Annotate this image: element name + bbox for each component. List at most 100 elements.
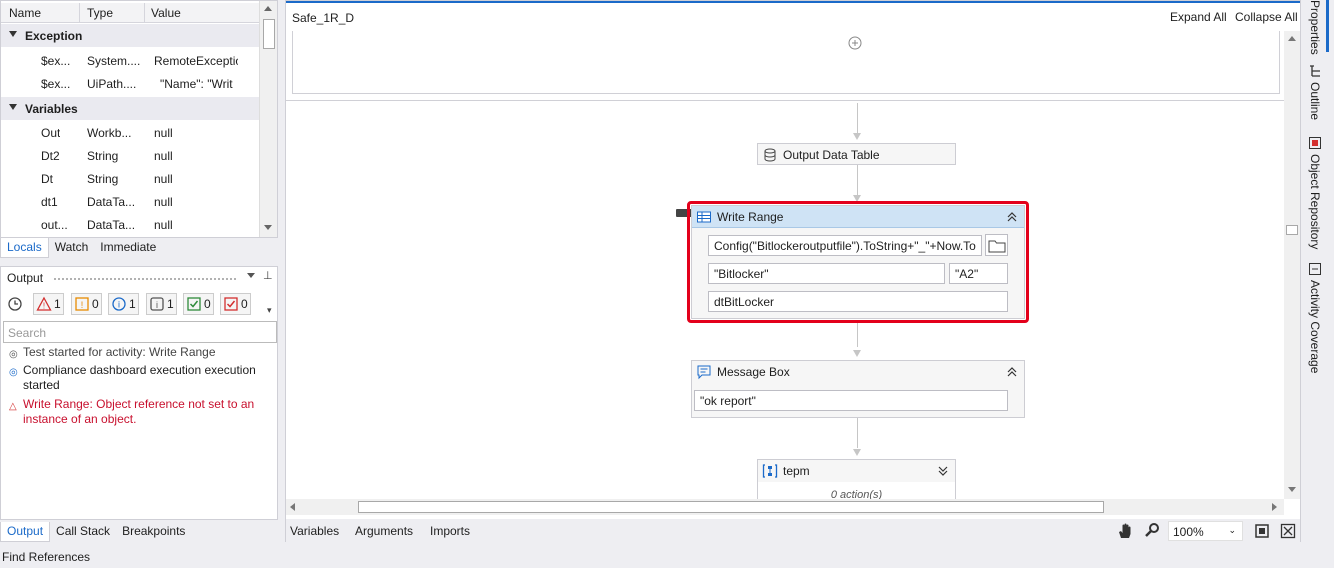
expand-chevron-icon[interactable]	[937, 465, 949, 477]
dropdown-icon[interactable]	[247, 273, 255, 278]
warning-filter[interactable]: ! 0	[71, 293, 102, 315]
message-text-field[interactable]: "ok report"	[694, 390, 1008, 411]
fit-to-screen-icon[interactable]	[1254, 523, 1270, 539]
designer-bottom-bar: Variables Arguments Imports 100% ⌄	[286, 519, 1300, 543]
cell-value: null	[154, 218, 173, 232]
breadcrumb[interactable]: Safe_1R_D	[292, 11, 354, 25]
write-range-header[interactable]: Write Range	[692, 206, 1024, 228]
designer-canvas[interactable]: Output Data Table Write Range Config("Bi…	[286, 31, 1284, 499]
zoom-select[interactable]: 100% ⌄	[1168, 521, 1243, 541]
tab-breakpoints[interactable]: Breakpoints	[116, 522, 191, 542]
workbook-path-field[interactable]: Config("Bitlockeroutputfile").ToString+"…	[708, 235, 982, 256]
table-row[interactable]: Dt String null	[1, 167, 259, 190]
canvas-vscrollbar[interactable]	[1284, 31, 1300, 499]
overview-icon[interactable]	[1280, 523, 1296, 539]
expand-all-button[interactable]: Expand All	[1170, 10, 1227, 24]
scroll-up-icon[interactable]	[1288, 36, 1296, 41]
scroll-thumb[interactable]	[1286, 225, 1298, 235]
tab-object-repository[interactable]: Object Repository	[1308, 136, 1328, 252]
clock-icon[interactable]	[7, 296, 23, 312]
tepm-sequence-activity[interactable]: tepm 0 action(s)	[757, 459, 956, 499]
fail-filter[interactable]: 0	[220, 293, 251, 315]
chevron-down-icon: ⌄	[1228, 525, 1236, 535]
variables-section[interactable]: Variables	[1, 97, 259, 120]
tab-arguments[interactable]: Arguments	[355, 524, 413, 538]
collapse-triangle-icon[interactable]	[9, 31, 17, 37]
designer-header: Safe_1R_D Expand All Collapse All	[286, 1, 1300, 31]
pin-icon[interactable]: ⊥	[263, 269, 273, 282]
tab-immediate[interactable]: Immediate	[94, 238, 162, 258]
sequence-icon	[762, 464, 778, 478]
add-activity-icon[interactable]	[848, 36, 862, 50]
tab-call-stack[interactable]: Call Stack	[50, 522, 116, 542]
tab-activity-coverage[interactable]: Activity Coverage	[1308, 262, 1328, 376]
output-title: Output	[7, 271, 44, 285]
cell-value: "Name": "Writ	[160, 77, 233, 91]
table-row[interactable]: Out Workb... null	[1, 121, 259, 144]
locals-tabbar: Locals Watch Immediate	[0, 238, 162, 258]
scroll-down-icon[interactable]	[264, 225, 272, 230]
info-filter[interactable]: i 1	[108, 293, 139, 315]
workflow-designer: Safe_1R_D Expand All Collapse All Output…	[285, 0, 1301, 543]
tab-locals[interactable]: Locals	[0, 238, 49, 258]
scroll-up-icon[interactable]	[264, 6, 272, 11]
pan-hand-icon[interactable]	[1116, 522, 1134, 540]
scroll-thumb[interactable]	[358, 501, 1104, 513]
locals-scrollbar[interactable]	[259, 1, 277, 237]
zoom-search-icon[interactable]	[1144, 522, 1160, 538]
scroll-right-icon[interactable]	[1272, 503, 1277, 511]
trace-filter[interactable]: i 1	[146, 293, 177, 315]
starting-cell-field[interactable]: "A2"	[949, 263, 1008, 284]
column-header-type[interactable]: Type	[87, 6, 113, 20]
error-filter[interactable]: ! 1	[33, 293, 64, 315]
status-find-references[interactable]: Find References	[2, 550, 90, 564]
exception-section[interactable]: Exception	[1, 24, 259, 47]
table-row[interactable]: dt1 DataTa... null	[1, 190, 259, 213]
table-row[interactable]: $ex... System.... RemoteExceptio	[1, 49, 259, 72]
sequence-container[interactable]	[286, 31, 1284, 101]
connector-line	[857, 165, 858, 195]
tab-imports[interactable]: Imports	[430, 524, 470, 538]
collapse-chevron-icon[interactable]	[1006, 211, 1018, 223]
locals-grid-header: Name Type Value	[1, 3, 259, 23]
tab-label: Activity Coverage	[1308, 280, 1322, 374]
error-icon: !	[36, 296, 52, 311]
browse-folder-button[interactable]	[985, 234, 1008, 256]
scroll-down-icon[interactable]	[1288, 487, 1296, 492]
filter-count: 0	[92, 297, 99, 311]
table-row[interactable]: Dt2 String null	[1, 144, 259, 167]
column-header-name[interactable]: Name	[9, 6, 41, 20]
table-row[interactable]: $ex... UiPath.... "Name": "Writ	[1, 72, 259, 95]
collapse-all-button[interactable]: Collapse All	[1235, 10, 1298, 24]
output-search-input[interactable]: Search	[3, 321, 277, 343]
overflow-icon[interactable]: ▾	[267, 305, 272, 316]
locals-panel: Name Type Value Exception $ex... System.…	[0, 0, 278, 238]
collapse-triangle-icon[interactable]	[9, 104, 17, 110]
table-row[interactable]: out... DataTa... null	[1, 213, 259, 236]
filter-count: 0	[204, 297, 211, 311]
collapse-chevron-icon[interactable]	[1006, 366, 1018, 378]
canvas-hscrollbar[interactable]	[286, 499, 1284, 515]
datatable-field[interactable]: dtBitLocker	[708, 291, 1008, 312]
column-header-value[interactable]: Value	[151, 6, 181, 20]
cell-name: $ex...	[41, 77, 71, 91]
log-entry[interactable]: △ Write Range: Object reference not set …	[9, 397, 271, 427]
success-filter[interactable]: 0	[183, 293, 214, 315]
message-box-activity[interactable]: Message Box "ok report"	[691, 360, 1025, 418]
scroll-thumb[interactable]	[263, 19, 275, 49]
section-label: Exception	[25, 29, 83, 43]
tab-properties[interactable]: Properties	[1308, 0, 1328, 58]
tepm-header[interactable]: tepm	[758, 460, 955, 482]
output-data-table-activity[interactable]: Output Data Table	[757, 143, 956, 165]
tab-output[interactable]: Output	[0, 522, 51, 542]
write-range-activity[interactable]: Write Range Config("Bitlockeroutputfile"…	[691, 205, 1025, 319]
sheet-name-field[interactable]: "Bitlocker"	[708, 263, 945, 284]
log-entry[interactable]: ◎ Test started for activity: Write Range	[9, 345, 271, 360]
log-entry[interactable]: ◎ Compliance dashboard execution executi…	[9, 363, 271, 393]
cell-name: Out	[41, 126, 61, 140]
tab-watch[interactable]: Watch	[49, 238, 95, 258]
tab-variables[interactable]: Variables	[290, 524, 339, 538]
tab-outline[interactable]: Outline	[1308, 64, 1328, 123]
message-box-header[interactable]: Message Box	[692, 361, 1024, 383]
scroll-left-icon[interactable]	[290, 503, 295, 511]
